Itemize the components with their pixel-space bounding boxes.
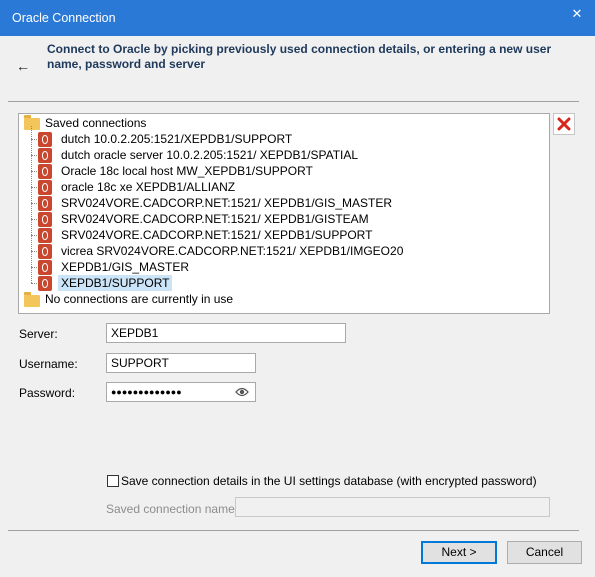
back-arrow-icon[interactable]: ← (16, 58, 30, 74)
header-instructions: Connect to Oracle by picking previously … (47, 42, 552, 71)
password-input[interactable]: ●●●●●●●●●●●●● (106, 382, 256, 402)
username-input[interactable]: SUPPORT (106, 353, 256, 373)
delete-connection-button[interactable] (553, 113, 575, 135)
folder-icon (24, 292, 40, 307)
save-connection-label[interactable]: Save connection details in the UI settin… (121, 474, 537, 488)
oracle-database-icon (38, 276, 52, 291)
folder-icon (24, 115, 40, 130)
tree-node-connections-in-use[interactable]: No connections are currently in use (45, 291, 233, 307)
password-label: Password: (19, 386, 76, 400)
eye-icon[interactable] (235, 386, 249, 398)
server-label: Server: (19, 327, 58, 341)
tree-connector-line (31, 126, 32, 283)
header-divider (8, 101, 579, 102)
save-connection-checkbox[interactable] (107, 475, 119, 487)
oracle-database-icon (38, 164, 52, 179)
saved-connection-item[interactable]: dutch oracle server 10.0.2.205:1521/ XEP… (61, 147, 358, 163)
saved-connection-item[interactable]: SRV024VORE.CADCORP.NET:1521/ XEPDB1/SUPP… (61, 227, 372, 243)
wizard-header: ← Connect to Oracle by picking previousl… (0, 36, 595, 100)
cancel-button[interactable]: Cancel (507, 541, 582, 564)
saved-connection-item[interactable]: oracle 18c xe XEPDB1/ALLIANZ (61, 179, 235, 195)
footer-divider (8, 530, 579, 531)
saved-connection-item[interactable]: SRV024VORE.CADCORP.NET:1521/ XEPDB1/GIS_… (61, 195, 392, 211)
server-input[interactable]: XEPDB1 (106, 323, 346, 343)
username-label: Username: (19, 357, 78, 371)
saved-connection-item[interactable]: Oracle 18c local host MW_XEPDB1/SUPPORT (61, 163, 313, 179)
saved-connection-item[interactable]: vicrea SRV024VORE.CADCORP.NET:1521/ XEPD… (61, 243, 403, 259)
saved-connection-item[interactable]: SRV024VORE.CADCORP.NET:1521/ XEPDB1/GIST… (61, 211, 369, 227)
saved-connection-name-input[interactable] (235, 497, 550, 517)
oracle-database-icon (38, 212, 52, 227)
saved-connection-item[interactable]: XEPDB1/GIS_MASTER (61, 259, 189, 275)
window-title: Oracle Connection (12, 11, 116, 25)
title-bar: Oracle Connection ✕ (0, 0, 595, 36)
oracle-database-icon (38, 244, 52, 259)
tree-node-saved-connections[interactable]: Saved connections (45, 115, 146, 131)
saved-connection-item[interactable]: dutch 10.0.2.205:1521/XEPDB1/SUPPORT (61, 131, 292, 147)
connections-tree[interactable]: Saved connections dutch 10.0.2.205:1521/… (18, 113, 550, 314)
oracle-database-icon (38, 196, 52, 211)
oracle-database-icon (38, 180, 52, 195)
oracle-database-icon (38, 148, 52, 163)
saved-connection-name-label: Saved connection name: (106, 502, 239, 516)
oracle-database-icon (38, 132, 52, 147)
oracle-database-icon (38, 228, 52, 243)
password-value: ●●●●●●●●●●●●● (111, 387, 182, 397)
next-button[interactable]: Next > (421, 541, 497, 564)
oracle-database-icon (38, 260, 52, 275)
delete-x-icon (557, 117, 571, 131)
close-icon[interactable]: ✕ (565, 4, 589, 24)
saved-connection-item[interactable]: XEPDB1/SUPPORT (58, 275, 173, 291)
